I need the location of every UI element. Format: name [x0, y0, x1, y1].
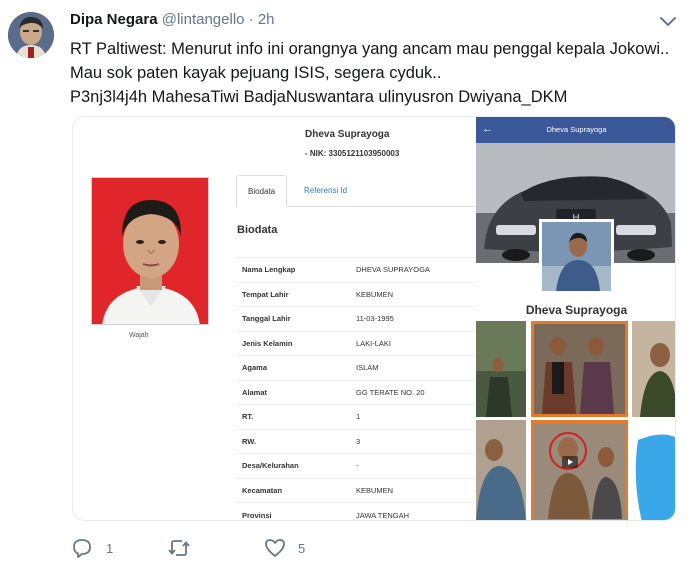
section-title: Biodata — [237, 224, 278, 236]
table-row: Alamat GG TERATE NO. 20 — [236, 379, 476, 405]
biodata-table: Nama Lengkap DHEVA SUPRAYOGA Tempat Lahir… — [236, 257, 476, 520]
row-label: Nama Lengkap — [236, 257, 351, 282]
separator-dot: · — [248, 11, 254, 28]
chevron-down-icon[interactable] — [658, 14, 678, 30]
row-label: Tempat Lahir — [236, 281, 351, 307]
facebook-profile: H ← Dheva Suprayoga Dheva Suprayoga — [476, 117, 675, 520]
photo-grid-item[interactable] — [531, 321, 628, 417]
row-value: 3 — [351, 428, 476, 454]
tab-biodata[interactable]: Biodata — [236, 175, 288, 207]
row-label: Kecamatan — [236, 477, 351, 503]
row-label: Jenis Kelamin — [236, 330, 351, 356]
row-value: JAWA TENGAH — [351, 502, 476, 520]
tweet-text-line: Mau sok paten kayak pejuang ISIS, segera… — [70, 64, 442, 82]
facebook-header-title: Dheva Suprayoga — [546, 125, 607, 134]
table-row: Agama ISLAM — [236, 355, 476, 380]
user-handle[interactable]: @lintangello — [162, 11, 245, 28]
photo-grid-item[interactable] — [632, 321, 675, 417]
row-value: 11-03-1995 — [351, 306, 476, 331]
display-name[interactable]: Dipa Negara — [70, 11, 158, 28]
photo-grid-item[interactable] — [476, 321, 526, 417]
tweet-text-line: RT Paltiwest: Menurut info ini orangnya … — [70, 40, 670, 58]
row-label: Agama — [236, 355, 351, 380]
row-label: Tanggal Lahir — [236, 306, 351, 331]
photo-grid-item[interactable] — [632, 420, 675, 520]
tweet-text: RT Paltiwest: Menurut info ini orangnya … — [70, 37, 685, 109]
tweet-actions: 1 5 — [72, 536, 372, 560]
media-image[interactable]: Wajah Dheva Suprayoga - NIK: 33051211039… — [72, 116, 676, 521]
row-label: RT. — [236, 404, 351, 429]
like-count: 5 — [298, 541, 306, 556]
row-value: DHEVA SUPRAYOGA — [351, 257, 476, 282]
row-label: Desa/Kelurahan — [236, 453, 351, 478]
nik-number: - NIK: 3305121103950003 — [305, 149, 400, 158]
facebook-header-bar: ← Dheva Suprayoga — [476, 117, 675, 143]
tweet-header: Dipa Negara @lintangello · 2h — [70, 11, 275, 28]
row-value: ISLAM — [351, 355, 476, 380]
row-value: KEBUMEN — [351, 477, 476, 503]
photo-grid-item[interactable] — [531, 420, 628, 520]
row-value: KEBUMEN — [351, 281, 476, 307]
tweet-text-line: P3nj3l4j4h MahesaTiwi BadjaNuswantara ul… — [70, 88, 568, 106]
tweet: Dipa Negara @lintangello · 2h RT Paltiwe… — [0, 0, 700, 565]
row-label: RW. — [236, 428, 351, 454]
row-label: Provinsi — [236, 502, 351, 520]
avatar[interactable] — [8, 12, 54, 58]
heart-icon[interactable] — [264, 538, 286, 558]
tab-referensi-id[interactable]: Referensi Id — [293, 175, 358, 207]
table-row: Desa/Kelurahan - — [236, 453, 476, 478]
reply-count: 1 — [106, 541, 114, 556]
reply-icon[interactable] — [72, 538, 92, 558]
photo-caption: Wajah — [129, 332, 149, 339]
facebook-profile-picture — [539, 219, 614, 294]
row-value: - — [351, 453, 476, 478]
profile-tabs: Biodata Referensi Id — [236, 175, 476, 207]
retweet-icon[interactable] — [168, 538, 190, 558]
table-row: Tempat Lahir KEBUMEN — [236, 281, 476, 307]
table-row: Tanggal Lahir 11-03-1995 — [236, 306, 476, 331]
person-name: Dheva Suprayoga — [305, 129, 390, 140]
table-row: Jenis Kelamin LAKI-LAKI — [236, 330, 476, 356]
row-label: Alamat — [236, 379, 351, 405]
facebook-profile-name: Dheva Suprayoga — [525, 303, 628, 317]
photo-grid-item[interactable] — [476, 420, 526, 520]
row-value: 1 — [351, 404, 476, 429]
table-row: RT. 1 — [236, 404, 476, 429]
tweet-timestamp[interactable]: 2h — [258, 11, 275, 28]
row-value: LAKI-LAKI — [351, 330, 476, 356]
row-value: GG TERATE NO. 20 — [351, 379, 476, 405]
table-row: Nama Lengkap DHEVA SUPRAYOGA — [236, 257, 476, 282]
table-row: RW. 3 — [236, 428, 476, 454]
table-row: Provinsi JAWA TENGAH — [236, 502, 476, 520]
id-photo — [91, 177, 209, 325]
table-row: Kecamatan KEBUMEN — [236, 477, 476, 503]
play-icon[interactable] — [562, 456, 578, 468]
